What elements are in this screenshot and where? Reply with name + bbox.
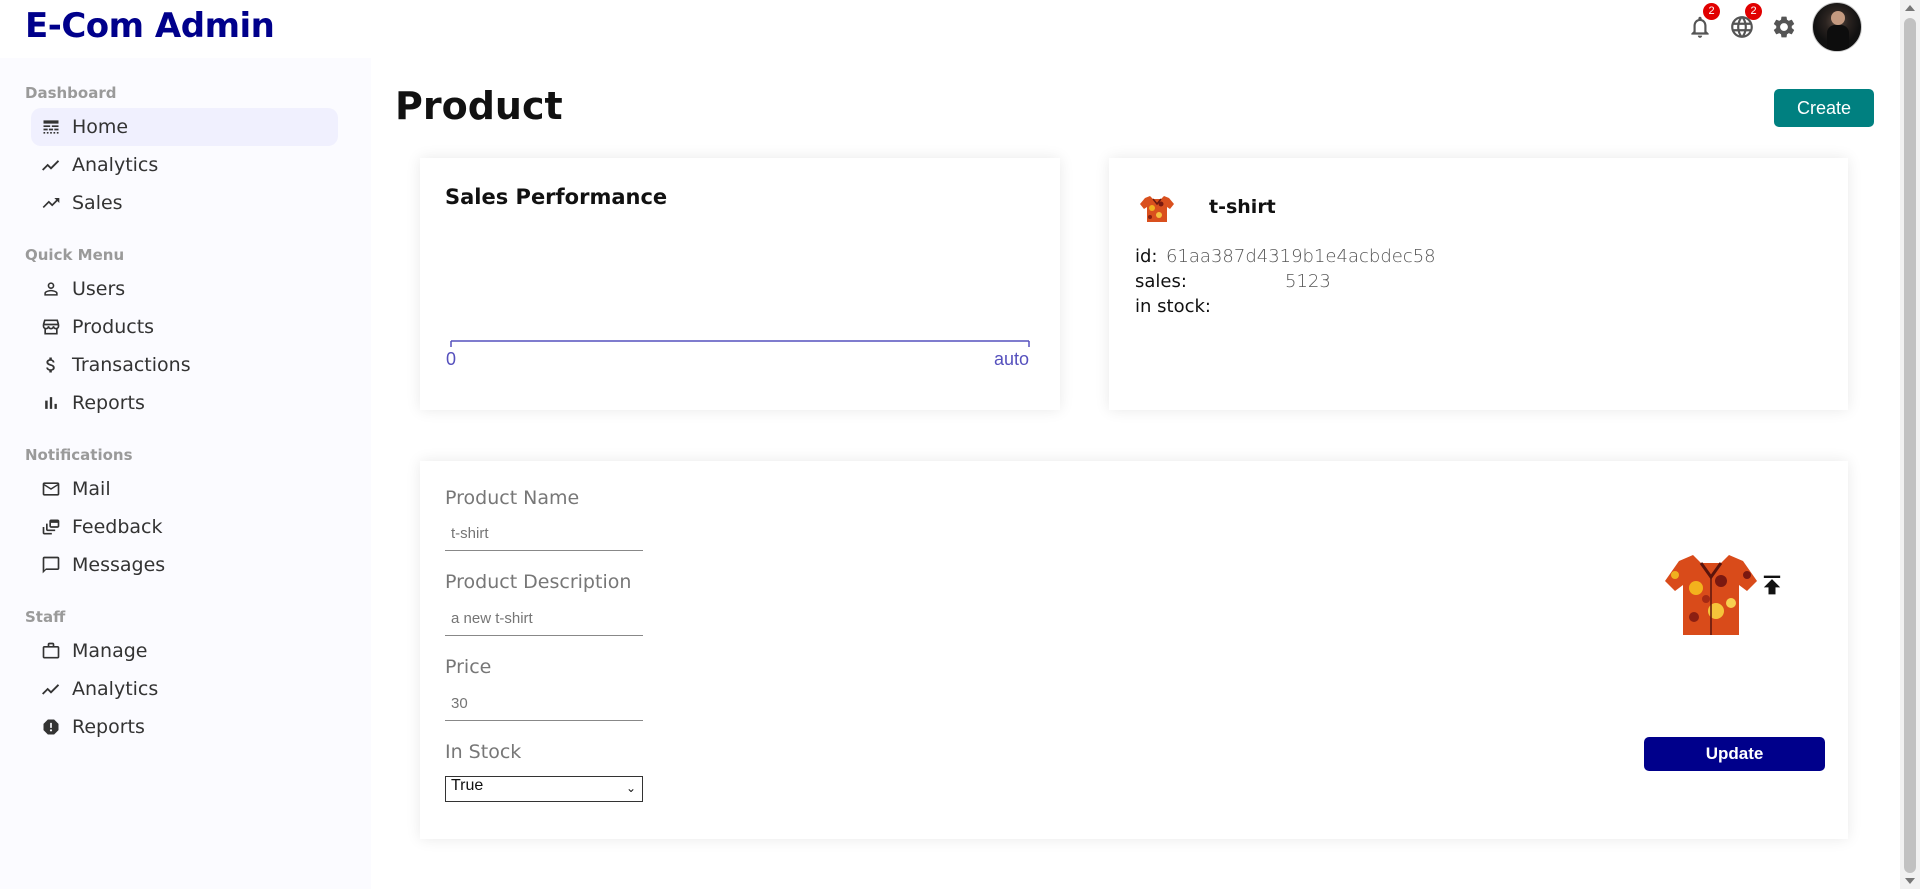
product-info-card: t-shirt id: 61aa387d4319b1e4acbdec58 sal… xyxy=(1109,158,1848,410)
report-icon xyxy=(40,716,62,738)
chat-bubble-outline-icon xyxy=(40,554,62,576)
product-thumbnail xyxy=(1137,188,1177,228)
scroll-thumb[interactable] xyxy=(1904,18,1916,873)
sidebar: Dashboard Home Analytics Sales Quick Men… xyxy=(0,58,371,889)
sidebar-item-label: Messages xyxy=(72,554,166,576)
x-tick-label: 0 xyxy=(446,349,456,369)
sidebar-item-staff-analytics[interactable]: Analytics xyxy=(31,670,338,708)
info-sales-row: sales: 5123 xyxy=(1135,271,1331,292)
sales-performance-card: Sales Performance 0 auto xyxy=(420,158,1060,410)
sidebar-item-messages[interactable]: Messages xyxy=(31,546,338,584)
sidebar-item-mail[interactable]: Mail xyxy=(31,470,338,508)
sidebar-item-staff-reports[interactable]: Reports xyxy=(31,708,338,746)
sidebar-item-label: Products xyxy=(72,316,155,338)
sidebar-item-sales[interactable]: Sales xyxy=(31,184,338,222)
in-stock-selected-value: True xyxy=(451,777,484,794)
sidebar-item-label: Sales xyxy=(72,192,123,214)
in-stock-label: In Stock xyxy=(445,741,522,763)
info-id-row: id: 61aa387d4319b1e4acbdec58 xyxy=(1135,246,1436,267)
sidebar-item-manage[interactable]: Manage xyxy=(31,632,338,670)
app-logo[interactable]: E-Com Admin xyxy=(25,6,275,46)
price-input[interactable] xyxy=(445,687,643,721)
topbar-icons: 2 2 xyxy=(1672,2,1862,52)
sidebar-item-products[interactable]: Products xyxy=(31,308,338,346)
notifications-badge: 2 xyxy=(1703,3,1720,20)
sidebar-item-label: Users xyxy=(72,278,126,300)
update-button[interactable]: Update xyxy=(1644,737,1825,771)
info-id-label: id: xyxy=(1135,246,1158,267)
trending-up-icon xyxy=(40,192,62,214)
sidebar-item-label: Reports xyxy=(72,392,145,414)
info-stock-row: in stock: xyxy=(1135,296,1211,317)
scrollbar[interactable] xyxy=(1900,0,1920,889)
product-name-label: Product Name xyxy=(445,487,580,509)
product-name: t-shirt xyxy=(1209,196,1276,218)
x-tick-label: auto xyxy=(994,349,1029,369)
info-sales-value: 5123 xyxy=(1285,271,1331,292)
product-description-label: Product Description xyxy=(445,571,632,593)
sidebar-item-label: Mail xyxy=(72,478,111,500)
product-description-input[interactable] xyxy=(445,602,643,636)
sales-chart: 0 auto xyxy=(446,340,1030,369)
storefront-icon xyxy=(40,316,62,338)
dynamic-feed-icon xyxy=(40,516,62,538)
sidebar-item-reports[interactable]: Reports xyxy=(31,384,338,422)
notifications-button[interactable]: 2 xyxy=(1686,3,1720,41)
info-sales-label: sales: xyxy=(1135,271,1187,292)
product-image xyxy=(1661,543,1761,643)
sidebar-item-users[interactable]: Users xyxy=(31,270,338,308)
language-badge: 2 xyxy=(1745,3,1762,20)
upload-icon[interactable] xyxy=(1758,571,1786,599)
mail-outline-icon xyxy=(40,478,62,500)
price-label: Price xyxy=(445,656,492,678)
line-style-icon xyxy=(40,116,62,138)
info-id-value: 61aa387d4319b1e4acbdec58 xyxy=(1166,246,1436,267)
sidebar-item-label: Home xyxy=(72,116,129,138)
topbar: E-Com Admin 2 2 xyxy=(0,0,1900,58)
timeline-icon xyxy=(40,154,62,176)
settings-button[interactable] xyxy=(1770,13,1798,41)
timeline-icon xyxy=(40,678,62,700)
sidebar-item-label: Transactions xyxy=(72,354,191,376)
sidebar-item-feedback[interactable]: Feedback xyxy=(31,508,338,546)
create-button[interactable]: Create xyxy=(1774,89,1874,127)
avatar[interactable] xyxy=(1812,2,1862,52)
page-title: Product xyxy=(395,84,563,128)
sidebar-section-title: Dashboard xyxy=(25,84,117,102)
sidebar-item-label: Manage xyxy=(72,640,148,662)
language-button[interactable]: 2 xyxy=(1728,3,1762,41)
sidebar-item-analytics[interactable]: Analytics xyxy=(31,146,338,184)
gear-icon xyxy=(1773,16,1795,38)
sidebar-item-label: Reports xyxy=(72,716,145,738)
work-outline-icon xyxy=(40,640,62,662)
sidebar-section-title: Quick Menu xyxy=(25,246,125,264)
sidebar-item-label: Feedback xyxy=(72,516,163,538)
chevron-down-icon: ⌄ xyxy=(625,781,636,795)
sidebar-item-home[interactable]: Home xyxy=(31,108,338,146)
person-outline-icon xyxy=(40,278,62,300)
sidebar-section-title: Staff xyxy=(25,608,66,626)
bar-chart-icon xyxy=(40,392,62,414)
sidebar-section-title: Notifications xyxy=(25,446,133,464)
info-stock-label: in stock: xyxy=(1135,296,1211,317)
scroll-down-arrow-icon[interactable] xyxy=(1905,878,1915,884)
sidebar-item-transactions[interactable]: Transactions xyxy=(31,346,338,384)
sidebar-item-label: Analytics xyxy=(72,678,159,700)
product-name-input[interactable] xyxy=(445,517,643,551)
in-stock-select[interactable]: True ⌄ xyxy=(445,776,643,802)
scroll-up-arrow-icon[interactable] xyxy=(1905,5,1915,11)
sidebar-item-label: Analytics xyxy=(72,154,159,176)
dollar-icon xyxy=(40,354,62,376)
product-edit-card: Product Name Product Description Price I… xyxy=(420,461,1848,839)
